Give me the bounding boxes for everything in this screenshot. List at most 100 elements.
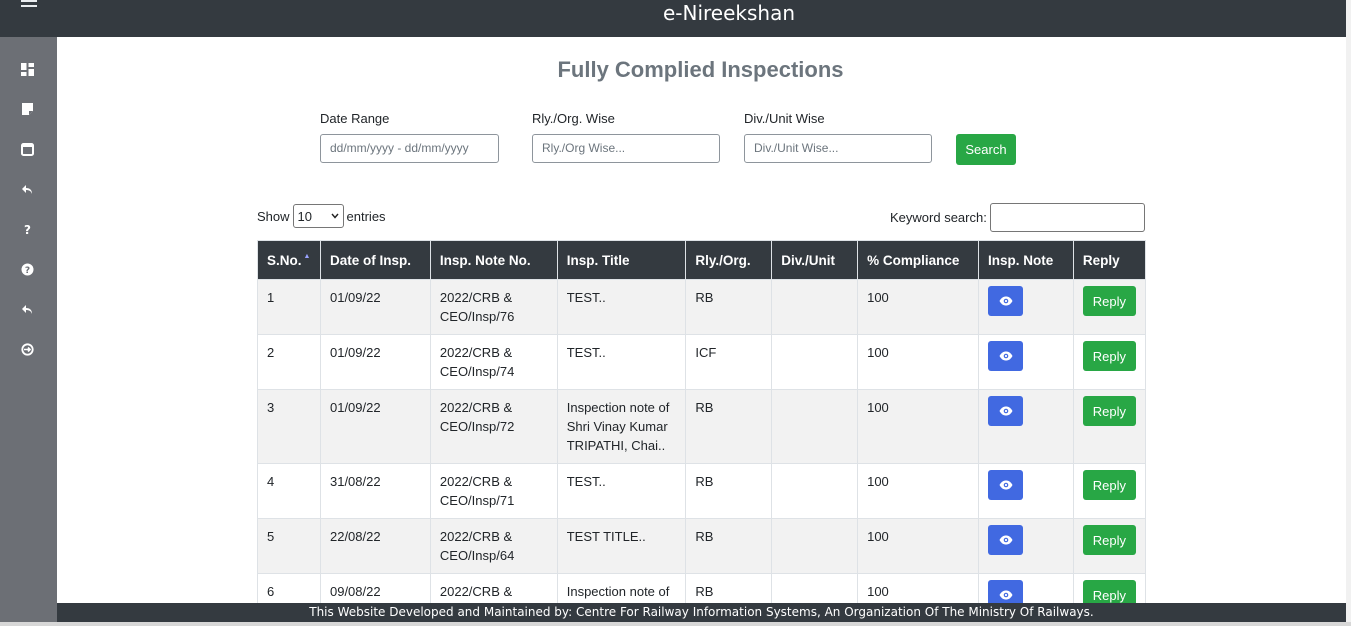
keyword-search-input[interactable] <box>990 203 1145 232</box>
cell-reply: Reply <box>1072 518 1147 574</box>
reply-button[interactable]: Reply <box>1082 470 1136 500</box>
cell-note-no: 2022/CRB & CEO/Insp/71 <box>429 463 558 519</box>
eye-icon <box>999 590 1012 600</box>
table-row: 3 01/09/22 2022/CRB & CEO/Insp/72 Inspection… <box>257 389 1147 464</box>
cell-reply: Reply <box>1072 463 1147 519</box>
cell-date: 01/09/22 <box>319 334 431 390</box>
note-no-line-2: CEO/Insp/72 <box>439 419 515 434</box>
site-footer: This Website Developed and Maintained by… <box>57 603 1346 622</box>
cell-sno: 4 <box>257 463 321 519</box>
reply-button[interactable]: Reply <box>1082 286 1136 316</box>
cell-rly: RB <box>685 389 773 464</box>
col-header-compliance[interactable]: % Compliance <box>857 240 979 280</box>
cell-title: TEST.. <box>556 463 687 519</box>
cell-div <box>771 518 859 574</box>
rly-org-input[interactable]: Rly./Org Wise... <box>532 134 720 163</box>
view-note-button[interactable] <box>988 525 1023 555</box>
eye-icon <box>999 480 1012 490</box>
entries-control: Show 10 entries <box>257 204 386 228</box>
cell-insp-note <box>978 389 1074 464</box>
view-note-button[interactable] <box>988 396 1023 426</box>
cell-sno: 1 <box>257 279 321 335</box>
cell-note-no: 2022/CRB & CEO/Insp/72 <box>429 389 558 464</box>
cell-rly: RB <box>685 518 773 574</box>
cell-date: 22/08/22 <box>319 518 431 574</box>
note-no-line-2: CEO/Insp/64 <box>439 548 515 563</box>
entries-select[interactable]: 10 <box>292 204 344 228</box>
div-unit-input[interactable]: Div./Unit Wise... <box>744 134 932 163</box>
calendar-icon[interactable] <box>19 143 35 159</box>
note-no-line-2: CEO/Insp/71 <box>439 493 515 508</box>
col-header-sno[interactable]: S.No. ▲ <box>257 240 321 280</box>
table-row: 5 22/08/22 2022/CRB & CEO/Insp/64 TEST TITLE… <box>257 518 1147 574</box>
note-no-line-1: 2022/CRB & <box>439 345 513 360</box>
cell-compliance: 100 <box>857 389 979 464</box>
col-header-reply[interactable]: Reply <box>1072 240 1147 280</box>
page-title: Fully Complied Inspections <box>557 57 844 82</box>
logout-icon[interactable] <box>19 343 35 359</box>
help-circle-icon[interactable]: ? <box>19 263 35 279</box>
vertical-scrollbar[interactable] <box>1346 0 1351 626</box>
horizontal-scrollbar[interactable] <box>0 622 1351 626</box>
cell-insp-note <box>978 463 1074 519</box>
reply-button[interactable]: Reply <box>1082 341 1136 371</box>
cell-note-no: 2022/CRB & CEO/Insp/76 <box>429 279 558 335</box>
view-note-button[interactable] <box>988 470 1023 500</box>
col-header-insp-note[interactable]: Insp. Note <box>978 240 1074 280</box>
note-no-line-2: CEO/Insp/76 <box>439 309 515 324</box>
note-no-line-1: 2022/CRB & <box>439 529 513 544</box>
cell-title: Inspection note of Shri Vinay Kumar TRIP… <box>556 389 687 464</box>
cell-note-no: 2022/CRB & CEO/Insp/74 <box>429 334 558 390</box>
cell-date: 01/09/22 <box>319 389 431 464</box>
cell-insp-note <box>978 334 1074 390</box>
note-no-line-1: 2022/CRB & <box>439 474 513 489</box>
col-header-date[interactable]: Date of Insp. <box>319 240 431 280</box>
bookmark-icon[interactable] <box>19 103 35 119</box>
col-header-title[interactable]: Insp. Title <box>556 240 687 280</box>
reply-button[interactable]: Reply <box>1082 396 1136 426</box>
sort-asc-icon: ▲ <box>303 252 311 260</box>
date-range-input[interactable]: dd/mm/yyyy - dd/mm/yyyy <box>320 134 499 163</box>
cell-date: 31/08/22 <box>319 463 431 519</box>
col-header-div[interactable]: Div./Unit <box>771 240 859 280</box>
svg-text:?: ? <box>24 223 31 236</box>
view-note-button[interactable] <box>988 286 1023 316</box>
chevron-down-icon <box>330 213 339 219</box>
date-range-label: Date Range <box>320 111 390 126</box>
cell-div <box>771 463 859 519</box>
cell-rly: RB <box>685 463 773 519</box>
col-header-rly[interactable]: Rly./Org. <box>685 240 773 280</box>
cell-insp-note <box>978 518 1074 574</box>
reply-icon[interactable] <box>19 183 35 199</box>
cell-insp-note <box>978 279 1074 335</box>
top-header: e-Nireekshan <box>57 0 1346 37</box>
menu-toggle-button[interactable] <box>0 0 57 37</box>
sidebar: ? ? <box>0 0 57 626</box>
table-header-row: S.No. ▲ Date of Insp. Insp. Note No. Insp… <box>257 240 1147 280</box>
table-row: 2 01/09/22 2022/CRB & CEO/Insp/74 TEST.. ICF 1… <box>257 334 1147 390</box>
cell-rly: ICF <box>685 334 773 390</box>
note-no-line-2: CEO/Insp/74 <box>439 364 515 379</box>
view-note-button[interactable] <box>988 341 1023 371</box>
cell-sno: 3 <box>257 389 321 464</box>
inspections-table: S.No. ▲ Date of Insp. Insp. Note No. Insp… <box>257 240 1147 626</box>
note-no-line-1: 2022/CRB & <box>439 584 513 599</box>
hamburger-icon <box>20 0 37 10</box>
cell-compliance: 100 <box>857 518 979 574</box>
eye-icon <box>999 351 1012 361</box>
eye-icon <box>999 406 1012 416</box>
note-no-line-1: 2022/CRB & <box>439 400 513 415</box>
reply-icon[interactable] <box>19 303 35 319</box>
cell-date: 01/09/22 <box>319 279 431 335</box>
reply-button[interactable]: Reply <box>1082 525 1136 555</box>
table-row: 1 01/09/22 2022/CRB & CEO/Insp/76 TEST.. RB 10… <box>257 279 1147 335</box>
col-header-note-no[interactable]: Insp. Note No. <box>429 240 558 280</box>
question-icon[interactable]: ? <box>19 223 35 239</box>
show-label: Show <box>257 208 290 224</box>
search-button[interactable]: Search <box>956 134 1016 165</box>
table-row: 4 31/08/22 2022/CRB & CEO/Insp/71 TEST.. RB 10… <box>257 463 1147 519</box>
cell-reply: Reply <box>1072 334 1147 390</box>
eye-icon <box>999 535 1012 545</box>
note-no-line-1: 2022/CRB & <box>439 290 513 305</box>
cell-compliance: 100 <box>857 463 979 519</box>
